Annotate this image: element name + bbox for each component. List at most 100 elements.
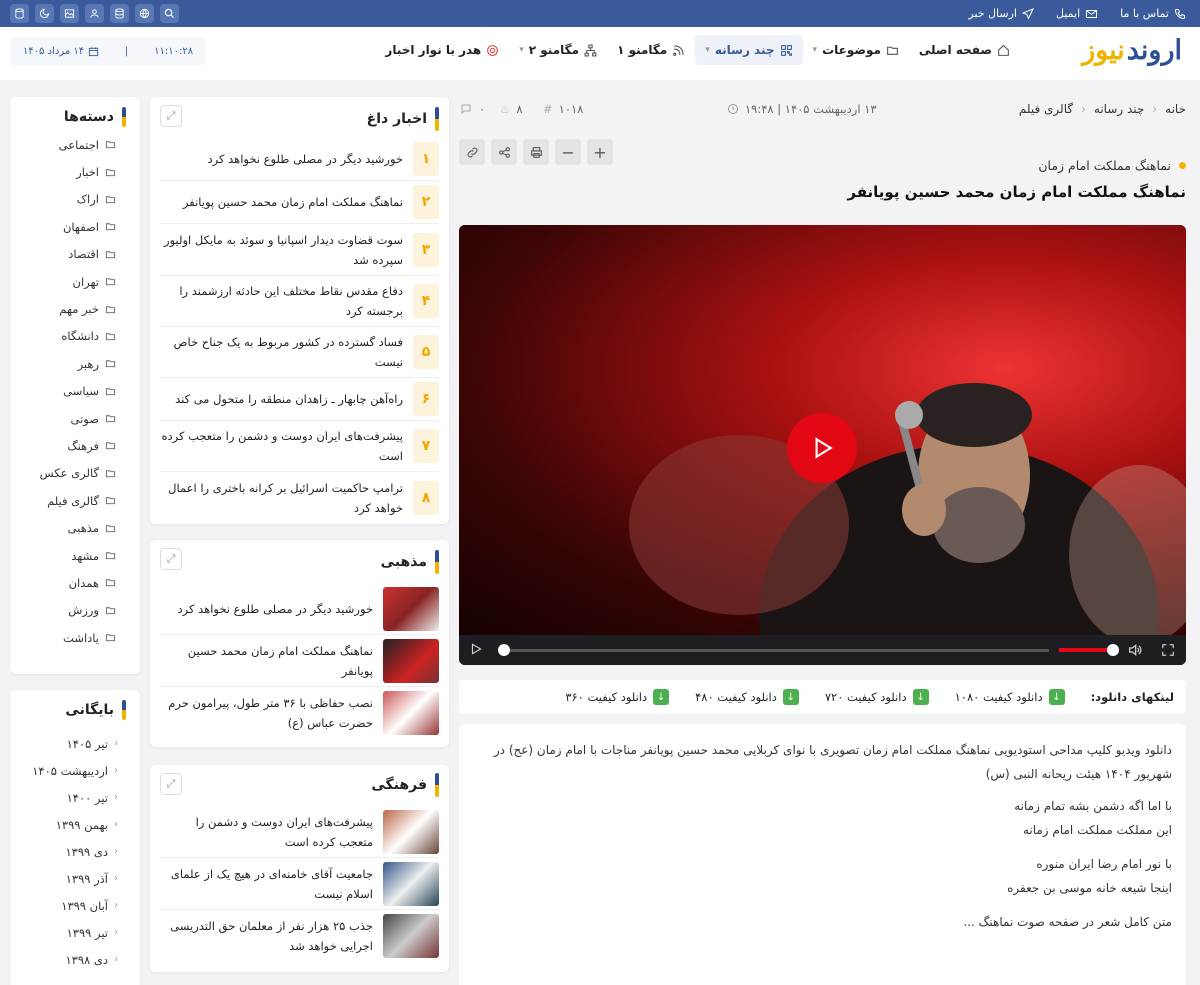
expand-icon[interactable]: ⤢ [160,773,182,795]
breadcrumb-multimedia[interactable]: چند رسانه [1094,102,1144,116]
chevron-left-icon: ‹ [114,954,118,965]
archive-item[interactable]: ‹ دی ۱۳۹۸ [10,946,140,973]
news-thumbnail[interactable] [383,638,439,683]
rank-badge: ۱ [413,141,439,176]
post-comments[interactable]: ۰ [459,102,485,116]
hot-news-item[interactable]: ۳ سوت قضاوت دیدار اسپانیا و سوئد به مایکل… [160,224,439,276]
folder-icon [105,305,116,313]
video-player[interactable] [459,225,1186,665]
category-item[interactable]: اراک [10,186,140,213]
download-link[interactable]: ↓ دانلود کیفیت ۱۰۸۰ [955,689,1065,705]
hot-news-item[interactable]: ۵ فساد گسترده در کشور مربوط به یک جناح خا… [160,327,439,378]
category-item[interactable]: رهبر [10,350,140,377]
post-likes[interactable]: ۸ ♨ [500,102,523,116]
news-thumbnail[interactable] [383,914,439,958]
layers-icon[interactable] [110,4,129,23]
expand-icon[interactable]: ⤢ [160,548,182,570]
archive-item[interactable]: ‹ بهمن ۱۳۹۹ [10,811,140,838]
hot-news-item[interactable]: ۲ نماهنگ مملکت امام زمان محمد حسین پویانف… [160,181,439,224]
archive-item[interactable]: ‹ تیر ۱۴۰۵ [10,730,140,757]
progress-handle[interactable] [498,644,510,656]
news-item[interactable]: نصب حفاظی با ۳۶ متر طول، پیرامون حرم حضر… [160,687,439,739]
category-item[interactable]: سیاسی [10,378,140,405]
archive-item[interactable]: ‹ اردیبهشت ۱۴۰۵ [10,757,140,784]
expand-icon[interactable]: ⤢ [160,105,182,127]
category-item[interactable]: گالری عکس [10,460,140,487]
category-item[interactable]: مذهبی [10,514,140,541]
nav-home[interactable]: صفحه اصلی [909,35,1020,65]
nav-megamenu2[interactable]: مگامنو ۲ ▾ [509,35,607,65]
category-item[interactable]: همدان [10,569,140,596]
archive-item[interactable]: ‹ تیر ۱۳۹۹ [10,919,140,946]
download-link[interactable]: ↓ دانلود کیفیت ۷۲۰ [825,689,929,705]
search-icon[interactable] [160,4,179,23]
category-item[interactable]: اقتصاد [10,241,140,268]
play-small-icon[interactable] [469,642,483,659]
nav-multimedia[interactable]: چند رسانه ▾ [695,35,803,65]
moon-icon[interactable] [35,4,54,23]
download-links: لینکهای دانلود: ↓ دانلود کیفیت ۱۰۸۰ ↓ دانلو… [459,680,1186,714]
download-link[interactable]: ↓ دانلود کیفیت ۴۸۰ [695,689,799,705]
nav-megamenu1[interactable]: مگامنو ۱ [607,35,695,65]
category-item[interactable]: یاداشت [10,624,140,651]
site-logo[interactable]: اروند نیوز [1082,35,1182,66]
hot-news-item[interactable]: ۶ راه‌آهن چابهار ـ زاهدان منطقه را متحول … [160,378,439,421]
email-link[interactable]: ایمیل [1056,7,1098,20]
category-item[interactable]: مشهد [10,542,140,569]
gallery-icon[interactable] [60,4,79,23]
user-icon[interactable] [85,4,104,23]
archive-item[interactable]: ‹ آبان ۱۳۹۹ [10,892,140,919]
volume-icon[interactable] [1127,642,1143,661]
fullscreen-icon[interactable] [1161,643,1175,660]
breadcrumb-home[interactable]: خانه [1165,102,1186,116]
category-item[interactable]: فرهنگ [10,432,140,459]
font-increase-icon[interactable]: + [587,139,613,165]
print-icon[interactable] [523,139,549,165]
category-item[interactable]: تهران [10,268,140,295]
news-thumbnail[interactable] [383,586,439,631]
hot-news-item[interactable]: ۱ خورشید دیگر در مصلی طلوع نخواهد کرد [160,137,439,181]
news-item[interactable]: جذب ۲۵ هزار نفر از معلمان حق التدریسی اج… [160,910,439,962]
news-thumbnail[interactable] [383,691,439,735]
news-item[interactable]: نماهنگ مملکت امام زمان محمد حسین پویانفر [160,635,439,687]
archive-item[interactable]: ‹ دی ۱۳۹۹ [10,838,140,865]
send-news-link[interactable]: ارسال خبر [968,7,1034,20]
globe-icon[interactable] [135,4,154,23]
contact-link[interactable]: تماس با ما [1120,7,1186,20]
volume-bar[interactable] [1059,648,1113,652]
download-link[interactable]: ↓ دانلود کیفیت ۳۶۰ [565,689,670,705]
folder-icon [105,168,116,176]
category-item[interactable]: اصفهان [10,213,140,240]
category-item[interactable]: گالری فیلم [10,487,140,514]
category-item[interactable]: دانشگاه [10,323,140,350]
nav-topics[interactable]: موضوعات ▾ [803,35,909,65]
hot-news-item[interactable]: ۴ دفاع مقدس نقاط مختلف این حادثه ارزشمند … [160,276,439,327]
play-button[interactable] [787,413,857,483]
link-icon[interactable] [459,139,485,165]
breadcrumb-film-gallery[interactable]: گالری فیلم [1019,102,1073,116]
database-icon[interactable] [10,4,29,23]
archive-item[interactable]: ‹ تیر ۱۴۰۰ [10,784,140,811]
category-item[interactable]: خبر مهم [10,295,140,322]
folder-icon [105,442,116,450]
font-decrease-icon[interactable]: − [555,139,581,165]
news-thumbnail[interactable] [383,861,439,906]
hot-news-title: دفاع مقدس نقاط مختلف این حادثه ارزشمند ر… [179,284,403,318]
category-item[interactable]: اجتماعی [10,131,140,158]
news-item[interactable]: جامعیت آقای خامنه‌ای در هیچ یک از علمای … [160,858,439,910]
news-item[interactable]: پیشرفت‌های ایران دوست و دشمن را متعجب کر… [160,806,439,858]
news-item[interactable]: خورشید دیگر در مصلی طلوع نخواهد کرد [160,583,439,635]
volume-handle[interactable] [1107,644,1119,656]
category-item[interactable]: اخبار [10,158,140,185]
categories-widget: دسته‌ها اجتماعی اخبار اراک اصفهان اقتصاد تهرا… [10,97,140,674]
archive-item[interactable]: ‹ آذر ۱۳۹۹ [10,865,140,892]
hot-news-item[interactable]: ۷ پیشرفت‌های ایران دوست و دشمن را متعجب ک… [160,421,439,472]
progress-bar[interactable] [501,649,1049,652]
category-item[interactable]: صوتی [10,405,140,432]
news-thumbnail[interactable] [383,809,439,854]
share-icon[interactable] [491,139,517,165]
qr-icon [780,44,792,56]
nav-header-ticker[interactable]: هدر با نوار اخبار [375,35,509,65]
hot-news-item[interactable]: ۸ ترامپ حاکمیت اسرائیل بر کرانه باختری را… [160,472,439,523]
category-item[interactable]: ورزش [10,597,140,624]
